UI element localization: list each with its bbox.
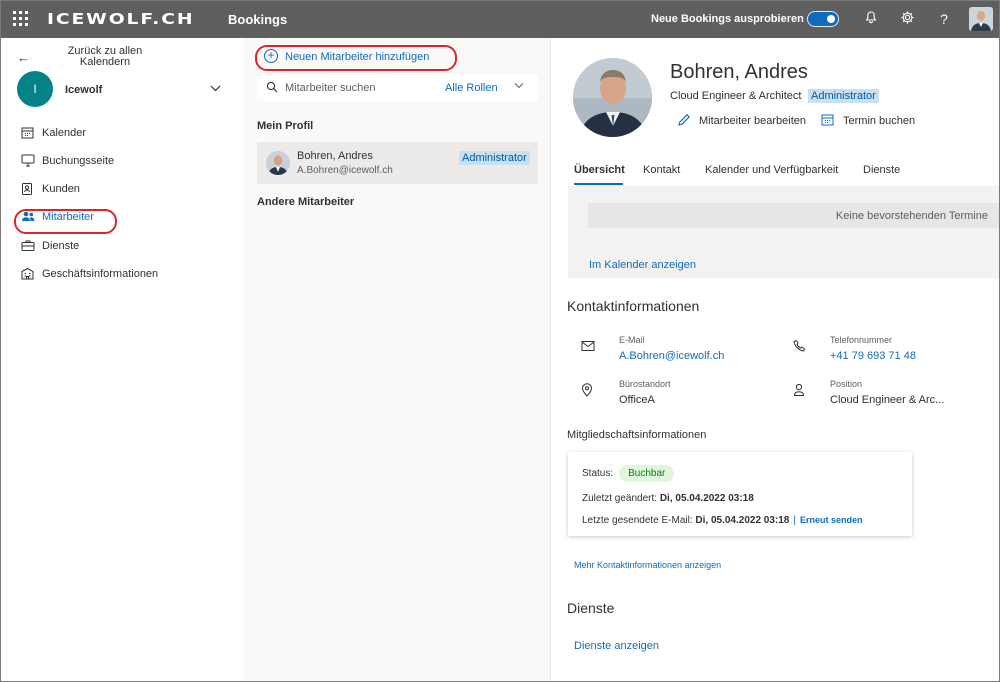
phone-label: Telefonnummer <box>830 335 893 345</box>
position-label: Position <box>830 379 863 389</box>
role-badge: Administrator <box>808 89 879 103</box>
book-appointment-button[interactable]: Termin buchen <box>821 112 931 130</box>
app-launcher-icon[interactable] <box>13 11 28 26</box>
membership-heading: Mitgliedschaftsinformationen <box>567 429 707 441</box>
status-row: Status: Buchbar <box>582 465 675 482</box>
tab-services[interactable]: Dienste <box>863 164 900 176</box>
business-avatar: I <box>17 71 53 107</box>
book-appointment-label: Termin buchen <box>843 115 916 127</box>
chevron-down-icon <box>514 81 524 91</box>
gear-icon[interactable] <box>898 10 916 28</box>
staff-job-title: Cloud Engineer & Architect <box>670 90 802 102</box>
location-pin-icon <box>581 383 595 397</box>
app-window: ICEWOLF.CH Bookings Neue Bookings auspro… <box>0 0 1000 682</box>
last-changed-label: Zuletzt geändert: <box>582 493 658 504</box>
nav-item-business-info[interactable]: Geschäftsinformationen <box>21 265 221 285</box>
nav-item-label: Kunden <box>42 183 80 195</box>
office-label: Bürostandort <box>619 379 671 389</box>
staff-name: Bohren, Andres <box>297 150 373 162</box>
separator: | <box>793 515 796 526</box>
back-to-calendars-link[interactable]: ← Zurück zu allen Kalendern <box>17 46 217 72</box>
office-value: OfficeA <box>619 394 655 406</box>
last-email-value: Di, 05.04.2022 03:18 <box>695 515 790 526</box>
briefcase-icon <box>21 239 35 253</box>
active-tab-indicator <box>574 183 623 185</box>
view-in-calendar-link[interactable]: Im Kalender anzeigen <box>589 259 696 271</box>
business-name: Icewolf <box>65 84 103 96</box>
no-appointments-bar: Keine bevorstehenden Termine <box>588 203 999 228</box>
status-label: Status: <box>582 468 614 479</box>
nav-item-label: Geschäftsinformationen <box>42 268 159 280</box>
person-icon <box>793 383 807 397</box>
last-email-label: Letzte gesendete E-Mail: <box>582 515 693 526</box>
left-navigation: ← Zurück zu allen Kalendern I Icewolf Ka… <box>1 38 244 681</box>
my-profile-heading: Mein Profil <box>257 120 314 132</box>
staff-avatar <box>266 151 290 175</box>
resend-link[interactable]: Erneut senden <box>800 515 863 525</box>
contact-card-icon <box>21 182 35 196</box>
other-staff-heading: Andere Mitarbeiter <box>257 196 355 208</box>
tab-overview[interactable]: Übersicht <box>574 164 625 176</box>
back-arrow-icon: ← <box>17 50 30 65</box>
nav-item-booking-page[interactable]: Buchungsseite <box>21 152 221 172</box>
services-heading: Dienste <box>567 600 615 616</box>
staff-detail-name: Bohren, Andres <box>670 61 808 83</box>
nav-item-customers[interactable]: Kunden <box>21 180 221 200</box>
phone-icon <box>793 339 807 353</box>
try-new-bookings-toggle[interactable] <box>807 11 839 27</box>
staff-list-pane: + Neuen Mitarbeiter hinzufügen Mitarbeit… <box>244 38 550 681</box>
nav-item-label: Buchungsseite <box>42 155 115 167</box>
edit-staff-button[interactable]: Mitarbeiter bearbeiten <box>677 112 817 130</box>
view-services-link[interactable]: Dienste anzeigen <box>574 640 659 652</box>
position-value: Cloud Engineer & Arc... <box>830 394 945 406</box>
role-badge: Administrator <box>459 151 530 165</box>
edit-staff-label: Mitarbeiter bearbeiten <box>699 115 807 127</box>
email-value[interactable]: A.Bohren@icewolf.ch <box>619 350 724 362</box>
building-icon <box>21 267 35 281</box>
nav-item-services[interactable]: Dienste <box>21 237 221 257</box>
staff-detail-pane: Bohren, Andres Cloud Engineer & Architec… <box>550 38 999 681</box>
help-icon[interactable]: ? <box>935 10 953 28</box>
upcoming-appointments-panel: Keine bevorstehenden Termine Im Kalender… <box>568 186 999 278</box>
nav-item-calendar[interactable]: Kalender <box>21 124 221 144</box>
nav-item-label: Dienste <box>42 240 80 252</box>
app-name[interactable]: Bookings <box>228 12 287 27</box>
last-changed-row: Zuletzt geändert: Di, 05.04.2022 03:18 <box>582 493 754 504</box>
last-email-row: Letzte gesendete E-Mail: Di, 05.04.2022 … <box>582 515 863 526</box>
phone-value[interactable]: +41 79 693 71 48 <box>830 350 916 362</box>
last-changed-value: Di, 05.04.2022 03:18 <box>659 493 754 504</box>
calendar-icon <box>21 126 35 140</box>
staff-photo <box>573 58 652 137</box>
pencil-icon <box>677 113 691 127</box>
monitor-icon <box>21 154 35 168</box>
bell-icon[interactable] <box>862 10 880 28</box>
staff-list-item[interactable]: Bohren, Andres A.Bohren@icewolf.ch Admin… <box>257 142 538 184</box>
search-input[interactable]: Mitarbeiter suchen <box>285 82 376 94</box>
business-selector[interactable]: I Icewolf <box>17 71 227 109</box>
more-contact-info-link[interactable]: Mehr Kontaktinformationen anzeigen <box>574 560 721 570</box>
staff-search-box[interactable]: Mitarbeiter suchen Alle Rollen <box>257 75 538 101</box>
mail-icon <box>581 340 595 354</box>
highlight-oval-add-staff <box>255 45 457 71</box>
user-avatar[interactable] <box>969 7 993 31</box>
contact-info-heading: Kontaktinformationen <box>567 298 700 314</box>
roles-filter-dropdown[interactable]: Alle Rollen <box>445 82 498 94</box>
nav-item-label: Kalender <box>42 127 87 139</box>
membership-card: Status: Buchbar Zuletzt geändert: Di, 05.… <box>568 452 912 536</box>
chevron-down-icon <box>210 83 221 95</box>
try-new-bookings-label: Neue Bookings ausprobieren <box>651 13 804 25</box>
email-label: E-Mail <box>619 335 645 345</box>
status-badge: Buchbar <box>619 465 675 482</box>
search-icon <box>266 81 278 93</box>
back-to-calendars-label: Zurück zu allen Kalendern <box>67 45 143 68</box>
highlight-oval-staff <box>14 209 117 234</box>
calendar-icon <box>821 113 835 127</box>
brand-logo[interactable]: ICEWOLF.CH <box>47 10 195 28</box>
detail-tabs: Übersicht Kontakt Kalender und Verfügbar… <box>551 156 999 186</box>
tab-calendar-availability[interactable]: Kalender und Verfügbarkeit <box>705 164 838 176</box>
top-bar: ICEWOLF.CH Bookings Neue Bookings auspro… <box>1 1 999 38</box>
tab-contact[interactable]: Kontakt <box>643 164 680 176</box>
staff-email: A.Bohren@icewolf.ch <box>297 165 393 176</box>
no-appointments-text: Keine bevorstehenden Termine <box>835 210 988 222</box>
